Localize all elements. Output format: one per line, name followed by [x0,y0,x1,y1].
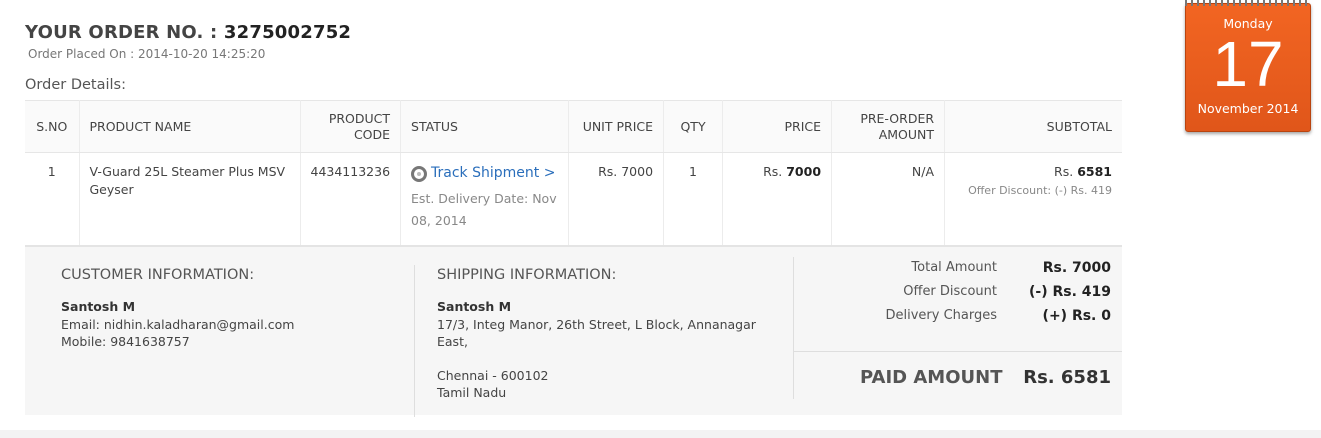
shipping-address-line2: East, [437,334,468,349]
offer-discount-value: (-) Rs. 419 [1028,284,1111,300]
cell-preorder: N/A [831,152,946,245]
customer-mobile: Mobile: 9841638757 [61,334,190,349]
table-header-row: S.NO PRODUCT NAME PRODUCT CODE STATUS UNI… [25,100,1122,153]
tracking-circle-icon [411,166,428,182]
cell-product-name: V-Guard 25L Steamer Plus MSV Geyser [79,152,301,245]
header-product-code: PRODUCT CODE [300,100,402,153]
order-placed-date: Order Placed On : 2014-10-20 14:25:20 [28,47,266,61]
order-title-prefix: YOUR ORDER NO. : [25,22,218,43]
order-items-table: S.NO PRODUCT NAME PRODUCT CODE STATUS UNI… [25,100,1122,245]
header-unit-price: UNIT PRICE [568,100,665,153]
cell-qty: 1 [663,152,724,245]
header-preorder-amount: PRE-ORDER AMOUNT [831,100,946,153]
offer-discount-note: Offer Discount: (-) Rs. 419 [968,184,1112,197]
summary-divider [794,351,1122,352]
shipping-city: Chennai - 600102 [437,368,549,383]
product-name-link[interactable]: V-Guard 25L Steamer Plus MSV Geyser [90,164,286,197]
customer-name: Santosh M [61,299,136,314]
customer-info-heading: CUSTOMER INFORMATION: [61,267,255,283]
header-subtotal: SUBTOTAL [944,100,1122,153]
cell-product-code: 4434113236 [300,152,402,245]
subtotal-value: 6581 [1077,164,1112,179]
order-date-calendar: Monday 17 November 2014 [1185,0,1311,132]
total-amount-value: Rs. 7000 [1042,260,1111,276]
shipping-address-line1: 17/3, Integ Manor, 26th Street, L Block,… [437,317,756,332]
cell-sno: 1 [25,152,80,245]
cell-unit-price: Rs. 7000 [568,152,665,245]
customer-email: Email: nidhin.kaladharan@gmail.com [61,317,295,332]
order-number: 3275002752 [223,22,352,43]
header-price: PRICE [722,100,833,153]
price-value: 7000 [786,164,822,179]
table-row: 1 V-Guard 25L Steamer Plus MSV Geyser 44… [25,152,1122,245]
order-info-panel: CUSTOMER INFORMATION: Santosh M Email: n… [25,245,1122,417]
order-title: YOUR ORDER NO. : 3275002752 [25,22,351,43]
calendar-date: 17 [1212,28,1284,100]
cell-subtotal: Rs. 6581 Offer Discount: (-) Rs. 419 [945,153,1122,245]
track-shipment-row: Track Shipment > [411,163,558,182]
total-amount-label: Total Amount [911,260,997,275]
header-sno: S.NO [25,100,80,153]
divider-shipping-summary [793,257,794,399]
bottom-strip [0,430,1321,438]
calendar-month-year: November 2014 [1197,101,1299,116]
cell-price: Rs. 7000 [722,152,833,245]
delivery-charges-label: Delivery Charges [885,308,997,323]
est-delivery-date: Est. Delivery Date: Nov 08, 2014 [411,191,557,228]
offer-discount-label: Offer Discount [903,284,997,299]
paid-amount-value: Rs. 6581 [1023,367,1111,388]
subtotal-prefix: Rs. [1054,164,1074,179]
order-details-label: Order Details: [25,77,126,93]
divider-customer-shipping [414,265,415,417]
shipping-info-heading: SHIPPING INFORMATION: [437,267,617,283]
shipping-name: Santosh M [437,299,512,314]
cell-status: Track Shipment > Est. Delivery Date: Nov… [400,152,570,245]
delivery-charges-value: (+) Rs. 0 [1042,308,1111,324]
track-shipment-link[interactable]: Track Shipment > [431,164,555,182]
shipping-state: Tamil Nadu [437,385,507,400]
header-product-name: PRODUCT NAME [79,100,301,153]
header-qty: QTY [663,100,724,153]
header-status: STATUS [400,100,570,153]
price-prefix: Rs. [763,164,783,179]
